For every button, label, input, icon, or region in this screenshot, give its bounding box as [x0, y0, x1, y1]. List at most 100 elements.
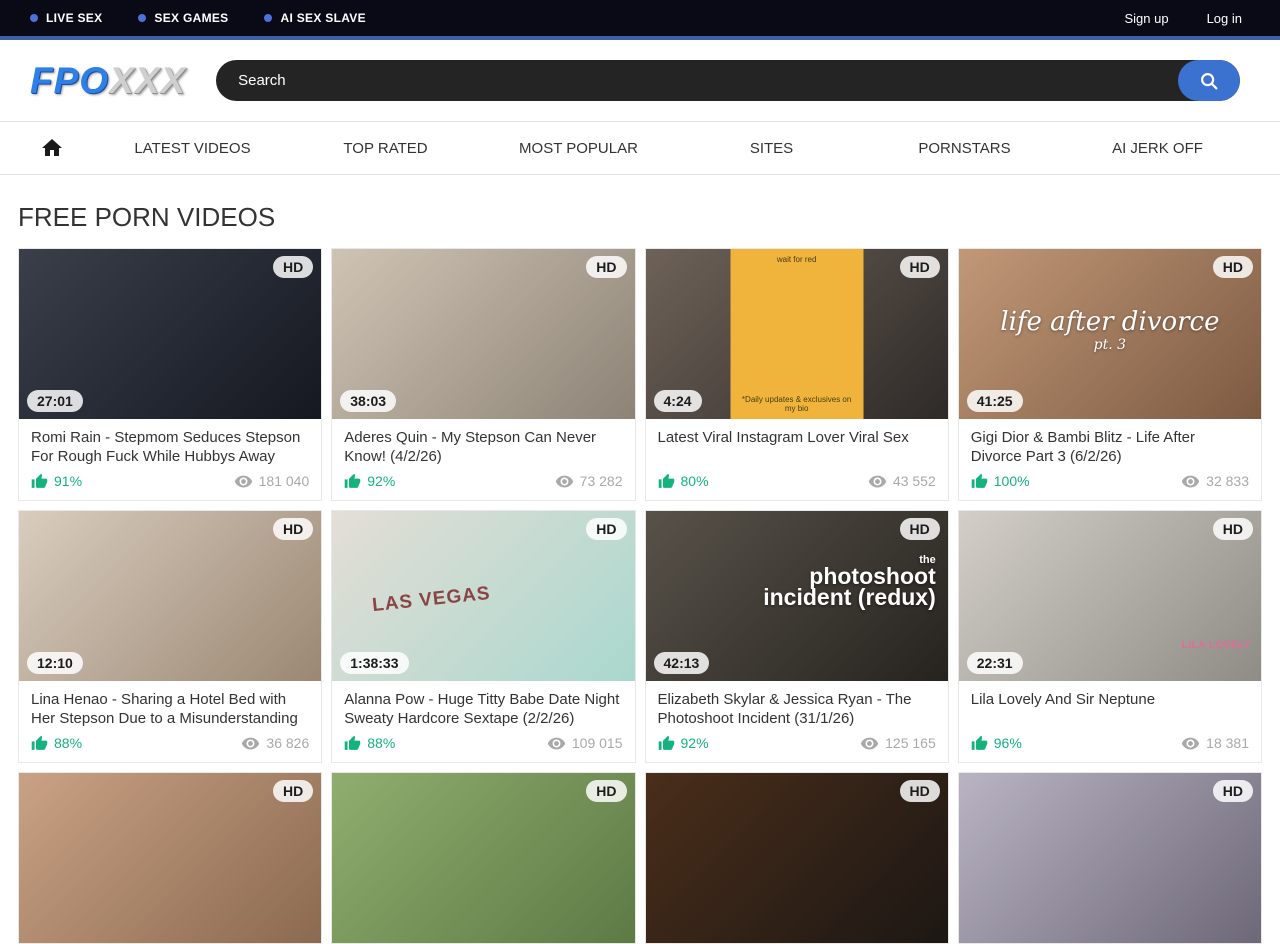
duration-badge: 42:13 — [654, 652, 710, 674]
video-title[interactable]: Lila Lovely And Sir Neptune — [971, 690, 1249, 729]
view-count: 73 282 — [555, 472, 623, 491]
nav-item-most-popular[interactable]: MOST POPULAR — [482, 140, 675, 157]
video-thumbnail[interactable]: HD 1:38:33 LAS VEGAS — [332, 511, 634, 681]
video-card[interactable]: HD 41:25 life after divorcept. 3 Gigi Di… — [958, 248, 1262, 501]
video-info: Elizabeth Skylar & Jessica Ryan - The Ph… — [646, 681, 948, 762]
view-count-value: 18 381 — [1206, 735, 1249, 751]
nav-item-ai-jerk-off[interactable]: AI JERK OFF — [1061, 140, 1254, 157]
nav-item-pornstars[interactable]: PORNSTARS — [868, 140, 1061, 157]
video-card-partial[interactable]: HD — [958, 772, 1262, 944]
nav-item-top-rated[interactable]: TOP RATED — [289, 140, 482, 157]
video-info: Aderes Quin - My Stepson Can Never Know!… — [332, 419, 634, 500]
video-title[interactable]: Gigi Dior & Bambi Blitz - Life After Div… — [971, 428, 1249, 467]
site-header: FPOXXX — [0, 40, 1280, 121]
thumbnail-overlay-text: thephotoshootincident (redux) — [763, 555, 936, 609]
view-count-value: 125 165 — [885, 735, 936, 751]
hd-badge: HD — [586, 518, 626, 540]
duration-badge: 1:38:33 — [340, 652, 408, 674]
hd-badge: HD — [1213, 256, 1253, 278]
video-thumbnail[interactable]: HD 22:31 LILA LOVELY — [959, 511, 1261, 681]
blue-dot-icon — [264, 14, 272, 22]
toplink-label: SEX GAMES — [154, 11, 228, 25]
hd-badge: HD — [900, 518, 940, 540]
view-count-value: 43 552 — [893, 473, 936, 489]
nav-item-latest-videos[interactable]: LATEST VIDEOS — [96, 140, 289, 157]
like-rating: 80% — [658, 473, 709, 490]
search-input[interactable] — [216, 72, 1178, 89]
nav-home-button[interactable] — [26, 136, 96, 160]
hd-badge: HD — [586, 256, 626, 278]
video-thumbnail[interactable]: HD 27:01 — [19, 249, 321, 419]
like-percent: 80% — [681, 473, 709, 489]
duration-badge: 27:01 — [27, 390, 83, 412]
toplink-label: LIVE SEX — [46, 11, 102, 25]
eye-icon — [555, 472, 574, 491]
like-percent: 96% — [994, 735, 1022, 751]
eye-icon — [868, 472, 887, 491]
video-thumbnail[interactable]: HD — [959, 773, 1261, 943]
video-thumbnail[interactable]: HD 38:03 — [332, 249, 634, 419]
view-count: 181 040 — [234, 472, 310, 491]
toplink-sex-games[interactable]: SEX GAMES — [138, 11, 228, 25]
video-card[interactable]: HD 38:03 Aderes Quin - My Stepson Can Ne… — [331, 248, 635, 501]
hd-badge: HD — [900, 256, 940, 278]
auth-links: Sign up Log in — [1124, 11, 1242, 26]
video-info: Alanna Pow - Huge Titty Babe Date Night … — [332, 681, 634, 762]
video-thumbnail[interactable]: HD — [19, 773, 321, 943]
video-card[interactable]: HD 12:10 Lina Henao - Sharing a Hotel Be… — [18, 510, 322, 763]
home-icon — [40, 136, 64, 160]
view-count-value: 36 826 — [266, 735, 309, 751]
video-card-partial[interactable]: HD — [645, 772, 949, 944]
search-button[interactable] — [1178, 60, 1240, 101]
thumbs-up-icon — [344, 735, 361, 752]
site-logo[interactable]: FPOXXX — [30, 60, 186, 102]
view-count: 36 826 — [241, 734, 309, 753]
logo-secondary: XXX — [109, 60, 186, 101]
video-card[interactable]: HD 42:13 thephotoshootincident (redux) E… — [645, 510, 949, 763]
hd-badge: HD — [273, 518, 313, 540]
video-card-partial[interactable]: HD — [331, 772, 635, 944]
video-stats: 88% 109 015 — [344, 733, 622, 753]
video-thumbnail[interactable]: HD — [646, 773, 948, 943]
video-thumbnail[interactable]: HD 4:24 wait for red*Daily updates & exc… — [646, 249, 948, 419]
thumbs-up-icon — [658, 473, 675, 490]
like-percent: 92% — [367, 473, 395, 489]
like-percent: 88% — [367, 735, 395, 751]
thumbs-up-icon — [31, 473, 48, 490]
video-info: Lina Henao - Sharing a Hotel Bed with He… — [19, 681, 321, 762]
video-card[interactable]: HD 1:38:33 LAS VEGAS Alanna Pow - Huge T… — [331, 510, 635, 763]
sign-up-link[interactable]: Sign up — [1124, 11, 1168, 26]
thumbs-up-icon — [971, 473, 988, 490]
video-title[interactable]: Romi Rain - Stepmom Seduces Stepson For … — [31, 428, 309, 467]
video-title[interactable]: Alanna Pow - Huge Titty Babe Date Night … — [344, 690, 622, 729]
video-info: Gigi Dior & Bambi Blitz - Life After Div… — [959, 419, 1261, 500]
video-title[interactable]: Elizabeth Skylar & Jessica Ryan - The Ph… — [658, 690, 936, 729]
thumbnail-overlay-text: LILA LOVELY — [1182, 640, 1251, 651]
like-rating: 96% — [971, 735, 1022, 752]
video-card-partial[interactable]: HD — [18, 772, 322, 944]
video-title[interactable]: Lina Henao - Sharing a Hotel Bed with He… — [31, 690, 309, 729]
video-title[interactable]: Aderes Quin - My Stepson Can Never Know!… — [344, 428, 622, 467]
video-thumbnail[interactable]: HD 12:10 — [19, 511, 321, 681]
toplink-ai-sex-slave[interactable]: AI SEX SLAVE — [264, 11, 365, 25]
main-nav: LATEST VIDEOS TOP RATED MOST POPULAR SIT… — [0, 121, 1280, 175]
view-count: 109 015 — [547, 734, 623, 753]
video-thumbnail[interactable]: HD — [332, 773, 634, 943]
video-thumbnail[interactable]: HD 41:25 life after divorcept. 3 — [959, 249, 1261, 419]
toplink-live-sex[interactable]: LIVE SEX — [30, 11, 102, 25]
log-in-link[interactable]: Log in — [1207, 11, 1242, 26]
search-icon — [1198, 70, 1220, 92]
nav-item-sites[interactable]: SITES — [675, 140, 868, 157]
thumbs-up-icon — [344, 473, 361, 490]
like-rating: 92% — [658, 735, 709, 752]
video-card[interactable]: HD 22:31 LILA LOVELY Lila Lovely And Sir… — [958, 510, 1262, 763]
view-count: 32 833 — [1181, 472, 1249, 491]
view-count-value: 73 282 — [580, 473, 623, 489]
like-rating: 100% — [971, 473, 1030, 490]
video-card[interactable]: HD 4:24 wait for red*Daily updates & exc… — [645, 248, 949, 501]
video-card[interactable]: HD 27:01 Romi Rain - Stepmom Seduces Ste… — [18, 248, 322, 501]
video-title[interactable]: Latest Viral Instagram Lover Viral Sex — [658, 428, 936, 467]
duration-badge: 4:24 — [654, 390, 702, 412]
video-thumbnail[interactable]: HD 42:13 thephotoshootincident (redux) — [646, 511, 948, 681]
page-title: FREE PORN VIDEOS — [18, 202, 1280, 233]
